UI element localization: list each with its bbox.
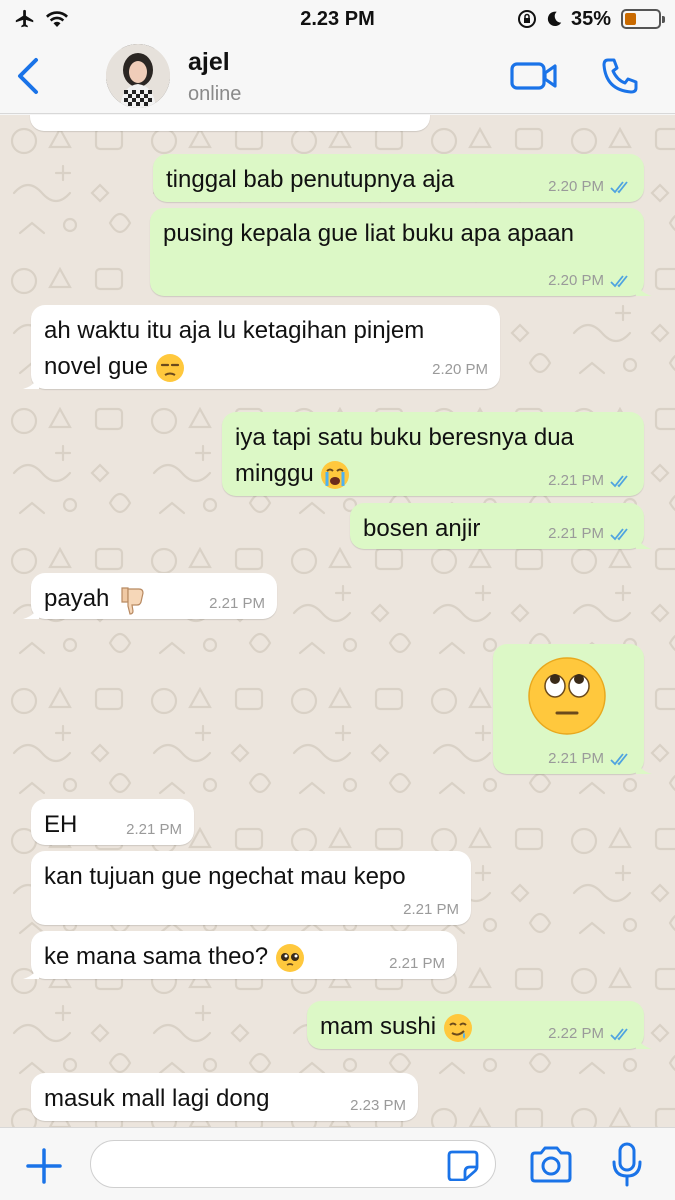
status-bar: 2.23 PM 35% [0, 0, 675, 38]
message-time: 2.21 PM [389, 955, 445, 972]
message-time: 2.21 PM [548, 525, 604, 542]
read-ticks-icon [610, 1028, 628, 1041]
message-text: iya tapi satu buku beresnya dua minggu [235, 424, 574, 487]
message-text: EH [44, 811, 78, 838]
bubble-tail [636, 533, 652, 549]
chat-header: ajel online [0, 38, 675, 114]
battery-icon [621, 9, 665, 29]
message-bubble-outgoing[interactable]: 2.21 PM [493, 644, 652, 774]
message-text: kan tujuan gue ngechat mau kepo [44, 863, 406, 890]
airplane-icon [15, 9, 34, 28]
moon-icon [547, 11, 562, 27]
message-bubble-incoming[interactable]: payah 2.21 PM [23, 573, 277, 619]
message-text: tinggal bab penutupnya aja [166, 166, 455, 193]
read-ticks-icon [610, 275, 628, 288]
message-time: 2.21 PM [403, 901, 459, 918]
contact-name[interactable]: ajel [188, 48, 230, 77]
read-ticks-icon [610, 181, 628, 194]
bubble-tail [636, 280, 652, 296]
camera-icon[interactable] [528, 1146, 574, 1184]
message-bubble-incoming[interactable]: ke mana sama theo? 2.21 PM [23, 931, 457, 979]
message-bubble-outgoing[interactable]: iya tapi satu buku beresnya dua minggu 2… [222, 412, 644, 496]
video-call-icon[interactable] [510, 58, 558, 94]
battery-percent: 35% [570, 7, 611, 30]
rotation-lock-icon [517, 10, 536, 28]
message-time: 2.21 PM [126, 821, 182, 838]
battery-fill [625, 13, 637, 25]
bubble-tail [23, 603, 39, 619]
phone-icon[interactable] [600, 56, 640, 96]
microphone-icon[interactable] [610, 1142, 644, 1188]
unamused-face-icon [155, 353, 184, 382]
plus-icon[interactable] [22, 1144, 66, 1188]
message-input[interactable] [90, 1140, 496, 1188]
bubble-tail [23, 963, 39, 979]
message-text: pusing kepala gue liat buku apa apaan [163, 220, 574, 247]
message-bubble-outgoing[interactable]: tinggal bab penutupnya aja 2.20 PM [153, 154, 644, 202]
wifi-icon [46, 11, 68, 27]
message-time: 2.22 PM [548, 1025, 604, 1042]
bubble-tail [23, 373, 39, 389]
message-time: 2.20 PM [548, 178, 604, 195]
message-bubble-incoming[interactable]: EH 2.21 PM [31, 799, 194, 845]
drooling-face-icon [443, 1013, 472, 1042]
contact-status: online [188, 83, 242, 105]
bubble-tail [636, 758, 652, 774]
thumbs-down-icon [121, 587, 144, 615]
message-bubble-incoming[interactable]: kan tujuan gue ngechat mau kepo 2.21 PM [31, 851, 471, 925]
message-time: 2.20 PM [432, 361, 488, 378]
message-time: 2.23 PM [350, 1097, 406, 1114]
message-text: bosen anjir [363, 515, 481, 542]
loudly-crying-face-icon [321, 460, 350, 489]
message-time: 2.21 PM [548, 750, 604, 767]
input-bar [0, 1127, 675, 1200]
pleading-face-icon [275, 943, 304, 972]
avatar[interactable] [106, 44, 170, 108]
message-time: 2.21 PM [209, 595, 265, 612]
read-ticks-icon [610, 753, 628, 766]
back-chevron-icon[interactable] [10, 54, 46, 98]
message-bubble-partial[interactable] [30, 115, 430, 131]
sticker-icon[interactable] [446, 1149, 480, 1181]
message-bubble-incoming[interactable]: masuk mall lagi dong 2.23 PM [31, 1073, 418, 1121]
message-text: payah [44, 585, 110, 612]
message-bubble-outgoing[interactable]: bosen anjir 2.21 PM [350, 503, 652, 549]
message-text: masuk mall lagi dong [44, 1085, 270, 1112]
read-ticks-icon [610, 528, 628, 541]
message-bubble-outgoing[interactable]: pusing kepala gue liat buku apa apaan 2.… [150, 208, 652, 296]
bubble-tail [636, 1033, 652, 1049]
read-ticks-icon [610, 475, 628, 488]
message-time: 2.20 PM [548, 272, 604, 289]
message-bubble-outgoing[interactable]: mam sushi 2.22 PM [307, 1001, 652, 1049]
message-bubble-incoming[interactable]: ah waktu itu aja lu ketagihan pinjem nov… [23, 305, 500, 389]
message-text: ah waktu itu aja lu ketagihan pinjem nov… [44, 317, 425, 380]
message-text: ke mana sama theo? [44, 943, 269, 970]
message-text: mam sushi [320, 1013, 437, 1040]
message-time: 2.21 PM [548, 472, 604, 489]
avatar-photo [106, 44, 170, 108]
face-with-rolling-eyes-icon [528, 657, 606, 735]
chat-area[interactable]: tinggal bab penutupnya aja 2.20 PM pusin… [0, 115, 675, 1127]
